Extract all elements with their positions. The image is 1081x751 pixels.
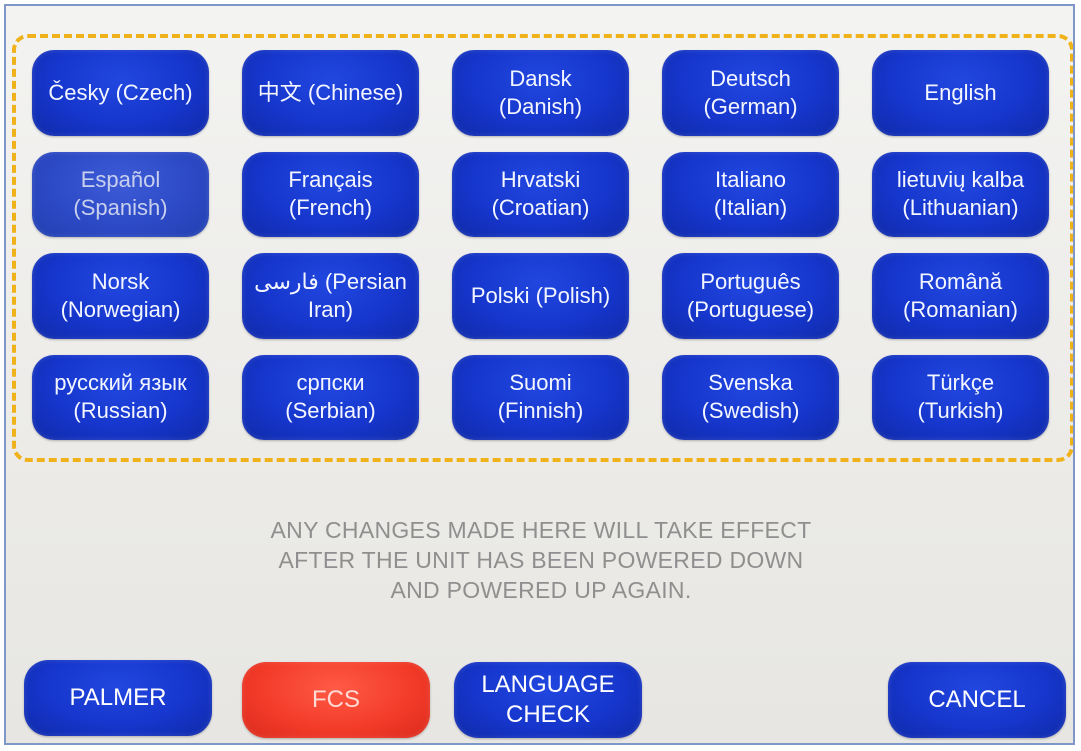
restart-notice-line-2: AFTER THE UNIT HAS BEEN POWERED DOWN [278,546,804,573]
language-selection-screen: Česky (Czech) 中文 (Chinese) Dansk (Danish… [4,4,1075,745]
language-button-finnish[interactable]: Suomi (Finnish) [452,354,629,440]
cancel-button[interactable]: CANCEL [888,662,1066,738]
language-button-english[interactable]: English [872,50,1049,136]
language-button-persian[interactable]: فارسی (Persian Iran) [242,253,419,339]
restart-notice: ANY CHANGES MADE HERE WILL TAKE EFFECT A… [156,516,926,606]
palmer-button[interactable]: PALMER [24,660,212,736]
language-button-polish[interactable]: Polski (Polish) [452,253,629,339]
restart-notice-line-1: ANY CHANGES MADE HERE WILL TAKE EFFECT [270,517,812,543]
language-button-portuguese[interactable]: Português (Portuguese) [662,253,839,339]
language-button-danish[interactable]: Dansk (Danish) [452,50,629,136]
language-button-croatian[interactable]: Hrvatski (Croatian) [452,151,629,237]
language-check-button[interactable]: LANGUAGE CHECK [454,662,642,738]
language-button-german[interactable]: Deutsch (German) [662,50,839,136]
restart-notice-line-3: AND POWERED UP AGAIN. [390,576,692,603]
language-button-lithuanian[interactable]: lietuvių kalba (Lithuanian) [872,151,1049,237]
language-button-czech[interactable]: Česky (Czech) [32,50,209,136]
language-button-french[interactable]: Français (French) [242,151,419,237]
language-button-russian[interactable]: русский язык (Russian) [32,354,209,440]
language-button-spanish[interactable]: Español (Spanish) [32,151,209,237]
language-button-swedish[interactable]: Svenska (Swedish) [662,354,839,440]
language-button-chinese[interactable]: 中文 (Chinese) [242,50,419,136]
language-button-romanian[interactable]: Română (Romanian) [872,253,1049,339]
language-button-turkish[interactable]: Türkçe (Turkish) [872,354,1049,440]
fcs-button[interactable]: FCS [242,662,430,738]
language-button-serbian[interactable]: српски (Serbian) [242,354,419,440]
language-grid: Česky (Czech) 中文 (Chinese) Dansk (Danish… [32,50,1049,440]
language-button-norwegian[interactable]: Norsk (Norwegian) [32,253,209,339]
language-button-italian[interactable]: Italiano (Italian) [662,151,839,237]
